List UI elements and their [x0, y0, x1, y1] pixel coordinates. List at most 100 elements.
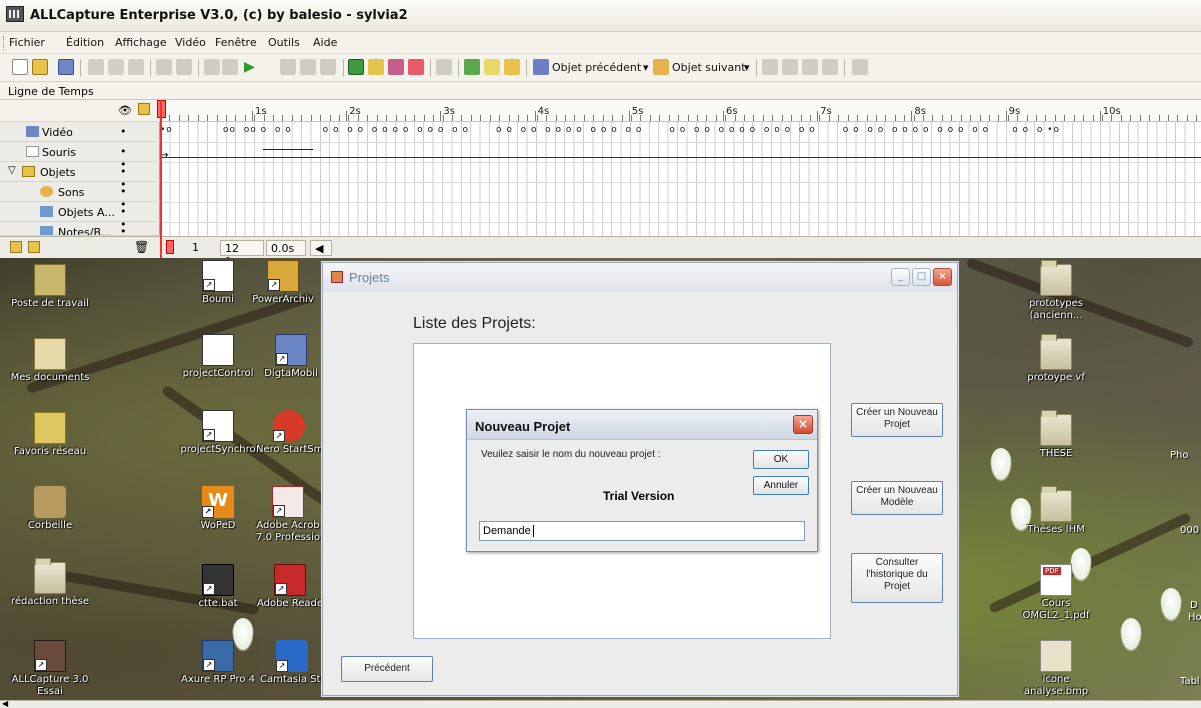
trash-icon[interactable]: 🗑 — [134, 240, 149, 254]
menu-fichier[interactable]: Fichier — [9, 36, 45, 49]
maximize-button[interactable]: □ — [912, 268, 931, 286]
playhead-line[interactable] — [160, 100, 162, 258]
desktop-icon-000-label[interactable]: 000 — [1180, 525, 1199, 536]
layer-animated-objects[interactable]: Objets A... • • — [0, 202, 160, 231]
desktop-icon-acrobat[interactable]: Adobe Acrob 7.0 Professio — [252, 486, 324, 544]
play-icon[interactable]: ▶ — [244, 59, 260, 75]
paste-icon[interactable] — [128, 59, 144, 75]
desktop-icon-boumi[interactable]: Boumi — [178, 260, 258, 306]
menu-aide[interactable]: Aide — [313, 36, 337, 49]
menu-edition[interactable]: Édition — [66, 36, 104, 49]
close-button[interactable]: × — [933, 268, 952, 286]
dialog-close-icon[interactable]: × — [793, 415, 813, 434]
desktop-icon-powerarchiv[interactable]: PowerArchiv — [248, 260, 318, 306]
open-icon[interactable] — [32, 59, 48, 75]
desktop-icon-allcapture[interactable]: ALLCapture 3.0 Essai — [10, 640, 90, 698]
desktop-icon-digta[interactable]: DigtaMobil — [260, 334, 322, 380]
forward-icon[interactable] — [300, 59, 316, 75]
fx-in-icon[interactable] — [782, 59, 798, 75]
first-frame-icon[interactable] — [204, 59, 220, 75]
marker-icon[interactable] — [408, 59, 424, 75]
desktop-icon-projectcontrol[interactable]: projectControl — [178, 334, 258, 380]
create-project-button[interactable]: Créer un Nouveau Projet — [851, 403, 943, 437]
desktop-icon-documents[interactable]: Mes documents — [10, 338, 90, 384]
next-object-button[interactable]: Objet suivant — [672, 61, 746, 74]
previous-object-dropdown[interactable]: ▾ — [643, 61, 649, 74]
menu-outils[interactable]: Outils — [268, 36, 300, 49]
desktop-icon-camtasia[interactable]: Camtasia Stu — [260, 640, 324, 686]
layer-objects[interactable]: ▽ Objets • • — [0, 162, 160, 191]
create-model-button[interactable]: Créer un Nouveau Modèle — [851, 481, 943, 515]
menu-video[interactable]: Vidéo — [175, 36, 206, 49]
folder-insert-icon[interactable] — [368, 59, 384, 75]
desktop-icon-d-label[interactable]: D — [1190, 600, 1198, 611]
desktop-icon-these[interactable]: THESE — [1016, 410, 1096, 460]
desktop-icon-icone-bmp[interactable]: icone analyse.bmp — [1016, 640, 1096, 698]
desktop-icon-tabl-label[interactable]: Tabl — [1180, 676, 1200, 687]
image-insert-icon[interactable] — [348, 59, 364, 75]
save-icon[interactable] — [58, 59, 74, 75]
scroll-left-icon[interactable]: ◀ — [310, 240, 332, 256]
stop-icon[interactable] — [280, 59, 296, 75]
cut-icon[interactable] — [88, 59, 104, 75]
desktop-icon-woped[interactable]: W WoPeD — [178, 486, 258, 532]
timeline-grid[interactable]: •o oo oo o o o o o o o o o o o o o o o o… — [160, 122, 1201, 236]
copy-icon[interactable] — [108, 59, 124, 75]
desktop-icon-cours-pdf[interactable]: PDF Cours OMGL2_1.pdf — [1016, 564, 1096, 622]
desktop-icon-nero[interactable]: Nero StartSm — [256, 410, 322, 456]
add-layer-icon[interactable] — [10, 241, 22, 253]
desktop-icon-prototypes[interactable]: prototypes (ancienn... — [1016, 260, 1096, 322]
timeline-ruler[interactable]: 1s 2s 3s 4s 5s 6s 7s 8s 9s 10s — [160, 100, 1201, 122]
desktop-icon-favoris[interactable]: Favoris réseau — [10, 412, 90, 458]
menu-affichage[interactable]: Affichage — [115, 36, 167, 49]
horizontal-scrollbar[interactable]: ◀ — [0, 700, 1201, 708]
undo-icon[interactable] — [156, 59, 172, 75]
desktop-icon-pho-label[interactable]: Pho — [1170, 450, 1189, 461]
add-note-icon[interactable] — [484, 59, 500, 75]
scroll-left-arrow-icon[interactable]: ◀ — [2, 700, 8, 708]
rewind-icon[interactable] — [222, 59, 238, 75]
ok-button[interactable]: OK — [753, 450, 809, 469]
redo-icon[interactable] — [176, 59, 192, 75]
previous-object-icon[interactable] — [533, 59, 549, 75]
sound-icon[interactable] — [436, 59, 452, 75]
previous-button[interactable]: Précédent — [341, 656, 433, 682]
desktop-icon-projectsynchro[interactable]: projectSynchro — [178, 410, 258, 456]
layer-sounds[interactable]: Sons • • — [0, 182, 160, 211]
desktop-icon-protoype-vf[interactable]: protoype vf — [1016, 334, 1096, 384]
projets-titlebar[interactable]: Projets _ □ × — [323, 263, 957, 291]
desktop-icon-adobe-reader[interactable]: Adobe Reade — [256, 564, 324, 610]
fx-remove-icon[interactable] — [822, 59, 838, 75]
add-highlight-icon[interactable] — [504, 59, 520, 75]
layer-video[interactable]: Vidéo • — [0, 122, 160, 142]
dialog-titlebar[interactable]: Nouveau Projet × — [467, 410, 817, 440]
project-name-input[interactable]: Demande — [479, 521, 805, 541]
desktop-icon-theses-ihm[interactable]: Thèses IHM — [1016, 486, 1096, 536]
history-button[interactable]: Consulter l'historique du Projet — [851, 553, 943, 603]
visibility-icon[interactable]: 👁 — [118, 104, 132, 117]
layer-notes[interactable]: Notes/B... • • — [0, 222, 160, 236]
fx-out-icon[interactable] — [802, 59, 818, 75]
camera-icon[interactable] — [852, 59, 868, 75]
next-object-dropdown[interactable]: ▾ — [744, 61, 750, 74]
next-object-icon[interactable] — [653, 59, 669, 75]
new-icon[interactable] — [12, 59, 28, 75]
cancel-button[interactable]: Annuler — [753, 476, 809, 495]
effects-icon[interactable] — [388, 59, 404, 75]
lock-icon[interactable] — [138, 103, 150, 115]
collapse-icon[interactable]: ▽ — [8, 165, 16, 176]
add-object-icon[interactable] — [464, 59, 480, 75]
desktop-icon-ho-label[interactable]: Ho — [1188, 612, 1201, 623]
layer-mouse[interactable]: Souris • • — [0, 142, 160, 171]
fx-icon[interactable] — [762, 59, 778, 75]
desktop-icon-poste[interactable]: Poste de travail — [10, 264, 90, 310]
menu-fenetre[interactable]: Fenêtre — [215, 36, 257, 49]
desktop-icon-redaction[interactable]: rédaction thèse — [10, 558, 90, 608]
desktop-icon-corbeille[interactable]: Corbeille — [10, 486, 90, 532]
desktop-icon-axure[interactable]: Axure RP Pro 4 — [170, 640, 266, 686]
desktop-icon-ctte[interactable]: ctte.bat — [178, 564, 258, 610]
previous-object-button[interactable]: Objet précédent — [552, 61, 641, 74]
minimize-button[interactable]: _ — [891, 268, 910, 286]
timeline-track[interactable]: 1s 2s 3s 4s 5s 6s 7s 8s 9s 10s •o oo oo o o o o o… — [160, 100, 1201, 236]
last-frame-icon[interactable] — [320, 59, 336, 75]
